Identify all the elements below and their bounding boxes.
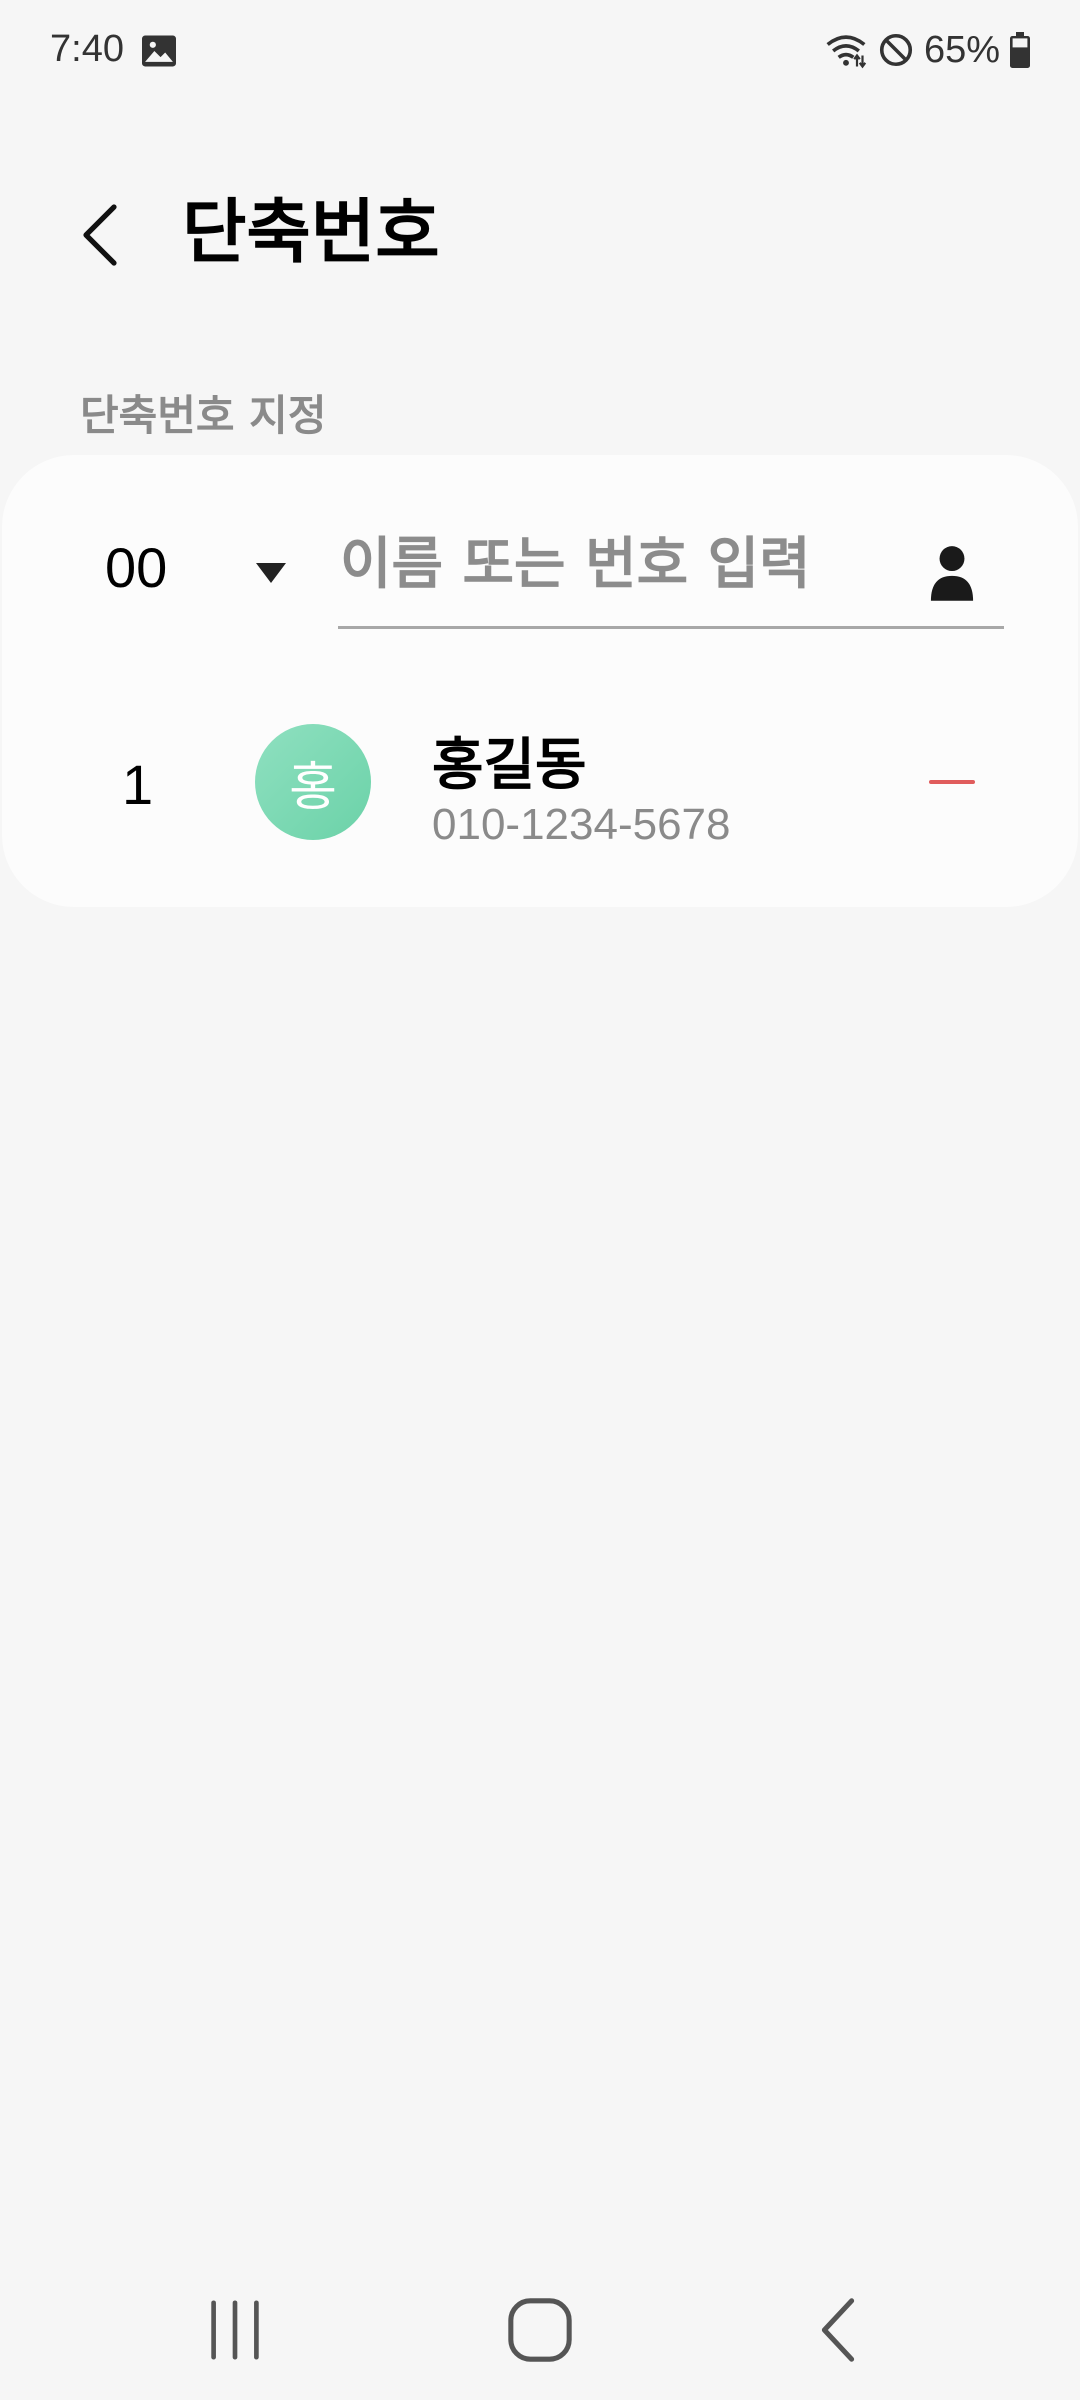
navigation-bar	[0, 2260, 1080, 2400]
status-right-group: 65%	[824, 26, 1030, 74]
section-label: 단축번호 지정	[80, 391, 327, 440]
contact-phone-number: 010-1234-5678	[432, 800, 731, 849]
do-not-disturb-icon	[879, 33, 912, 67]
contact-name: 홍길동	[432, 733, 587, 798]
speed-dial-number-select[interactable]: 00	[105, 535, 167, 600]
home-button[interactable]	[505, 2295, 575, 2365]
avatar-letter: 홍	[289, 757, 337, 818]
battery-icon	[1010, 32, 1030, 68]
dropdown-arrow-icon[interactable]	[256, 563, 286, 583]
avatar: 홍	[255, 724, 371, 840]
image-icon	[142, 35, 176, 67]
status-bar: 7:40 65%	[0, 0, 1080, 100]
contacts-button[interactable]	[920, 540, 984, 604]
remove-entry-button[interactable]	[920, 762, 984, 802]
page-title: 단축번호	[182, 191, 440, 273]
status-time: 7:40	[50, 28, 124, 70]
wifi-icon	[826, 35, 867, 69]
recent-apps-button[interactable]	[205, 2295, 265, 2365]
search-underline	[338, 626, 1004, 629]
minus-icon	[929, 780, 975, 784]
back-button[interactable]	[70, 195, 130, 275]
entry-speed-dial-number: 1	[122, 753, 154, 816]
person-icon	[930, 546, 974, 601]
contact-search-input[interactable]	[340, 520, 900, 608]
nav-back-button[interactable]	[808, 2295, 868, 2365]
chevron-left-icon	[83, 204, 117, 266]
battery-percent: 65%	[923, 28, 1000, 71]
